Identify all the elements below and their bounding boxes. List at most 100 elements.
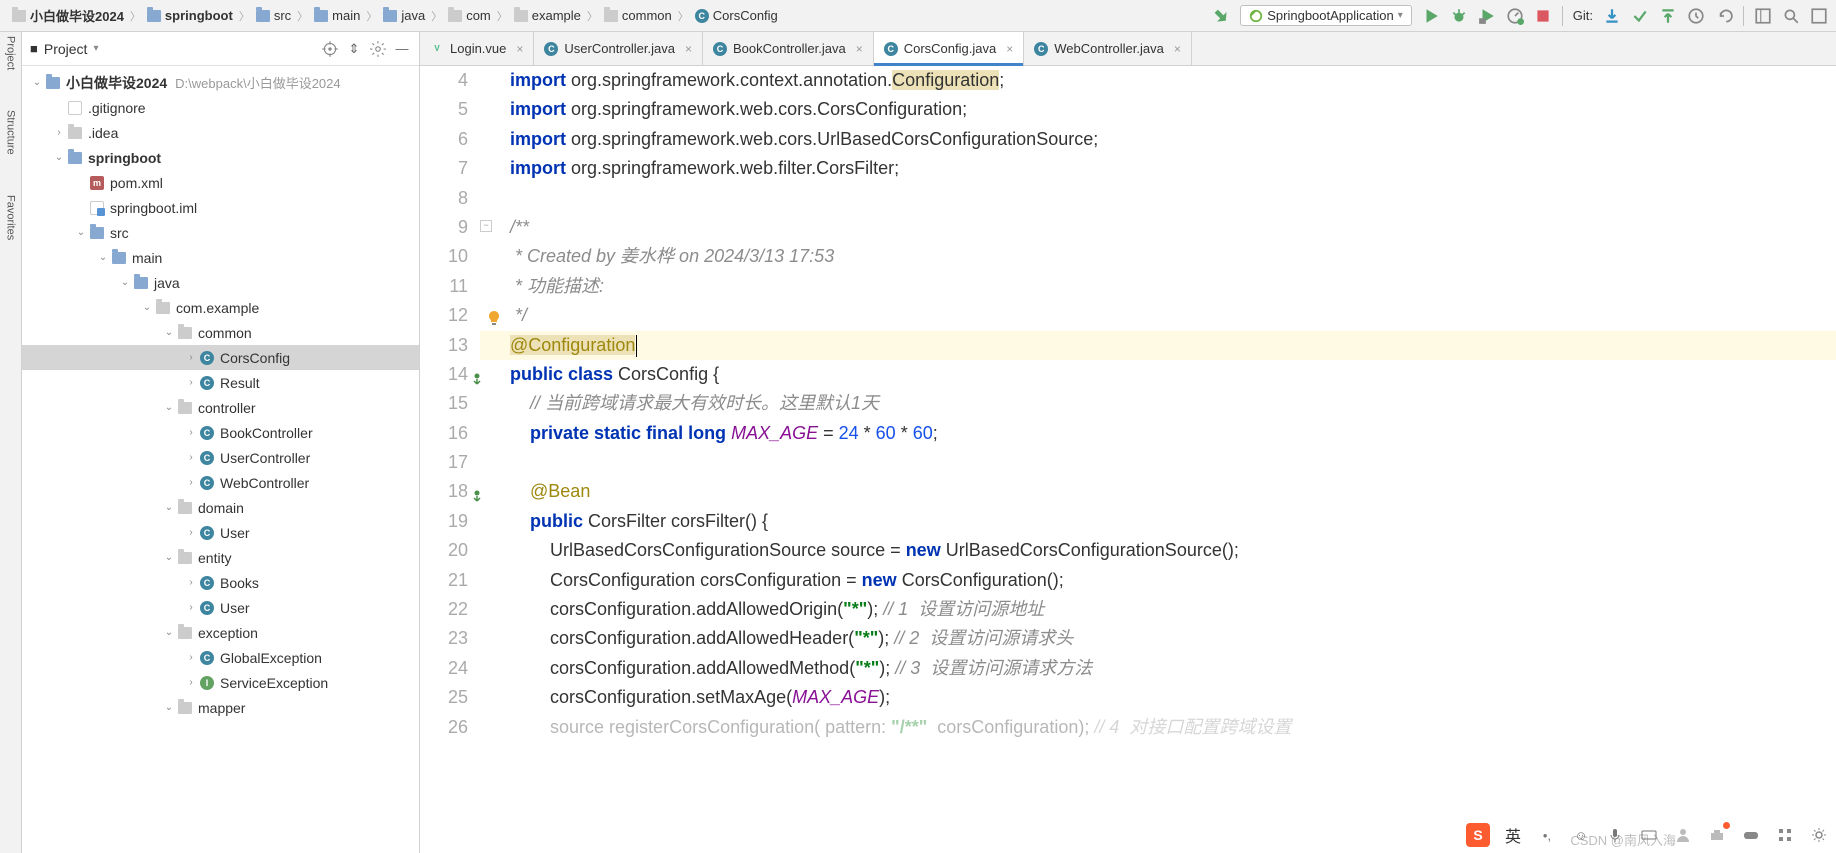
gutter-line[interactable]: 5 — [420, 95, 468, 124]
tree-arrow[interactable]: ⌄ — [162, 327, 176, 338]
emoji-icon[interactable]: ☺ — [1570, 824, 1592, 846]
code-line[interactable]: import org.springframework.web.cors.Cors… — [480, 95, 1836, 124]
gutter-line[interactable]: 11 — [420, 272, 468, 301]
editor-tab[interactable]: CBookController.java× — [703, 32, 874, 65]
tree-item[interactable]: ⌄main — [22, 245, 419, 270]
sogou-icon[interactable]: S — [1466, 823, 1490, 847]
search-icon[interactable] — [1782, 7, 1800, 25]
tree-arrow[interactable]: ⌄ — [74, 227, 88, 238]
gutter-line[interactable]: 25 — [420, 683, 468, 712]
code-line[interactable]: CorsConfiguration corsConfiguration = ne… — [480, 566, 1836, 595]
gutter-line[interactable]: 15 — [420, 389, 468, 418]
gutter[interactable]: 4567891011121314151617181920212223242526 — [420, 66, 480, 853]
code-line[interactable]: private static final long MAX_AGE = 24 *… — [480, 419, 1836, 448]
tree-item[interactable]: .gitignore — [22, 95, 419, 120]
breadcrumb-folder[interactable]: java — [379, 8, 429, 23]
tree-item[interactable]: mpom.xml — [22, 170, 419, 195]
gutter-line[interactable]: 23 — [420, 624, 468, 653]
tree-arrow[interactable]: › — [184, 427, 198, 438]
code-line[interactable]: */ — [480, 301, 1836, 330]
tree-item[interactable]: ⌄小白做毕设2024D:\webpack\小白做毕设2024 — [22, 70, 419, 95]
code-line[interactable]: * 功能描述: — [480, 272, 1836, 301]
tree-item[interactable]: ⌄com.example — [22, 295, 419, 320]
git-commit-icon[interactable] — [1631, 7, 1649, 25]
tree-arrow[interactable]: › — [184, 677, 198, 688]
gutter-line[interactable]: 19 — [420, 507, 468, 536]
target-icon[interactable] — [321, 40, 339, 58]
keyboard-icon[interactable] — [1638, 824, 1660, 846]
tree-item[interactable]: ⌄springboot — [22, 145, 419, 170]
tree-arrow[interactable]: ⌄ — [162, 502, 176, 513]
tree-item[interactable]: ›CBooks — [22, 570, 419, 595]
gutter-line[interactable]: 14 — [420, 360, 468, 389]
code-line[interactable]: corsConfiguration.addAllowedMethod("*");… — [480, 654, 1836, 683]
stop-icon[interactable] — [1534, 7, 1552, 25]
intention-bulb-icon[interactable] — [486, 306, 504, 324]
tree-arrow[interactable]: › — [184, 377, 198, 388]
tree-arrow[interactable]: ⌄ — [162, 627, 176, 638]
git-push-icon[interactable] — [1659, 7, 1677, 25]
tree-item[interactable]: ›CUserController — [22, 445, 419, 470]
code-line[interactable]: public CorsFilter corsFilter() { — [480, 507, 1836, 536]
tree-arrow[interactable]: › — [184, 477, 198, 488]
gutter-line[interactable]: 20 — [420, 536, 468, 565]
tree-item[interactable]: ›CGlobalException — [22, 645, 419, 670]
code-line[interactable]: public class CorsConfig { — [480, 360, 1836, 389]
close-icon[interactable]: × — [1006, 42, 1013, 56]
gutter-line[interactable]: 18 — [420, 477, 468, 506]
run-icon[interactable] — [1422, 7, 1440, 25]
code-line[interactable] — [480, 184, 1836, 213]
profile-icon[interactable] — [1506, 7, 1524, 25]
gutter-line[interactable]: 7 — [420, 154, 468, 183]
gutter-line[interactable]: 4 — [420, 66, 468, 95]
gutter-line[interactable]: 17 — [420, 448, 468, 477]
code-line[interactable]: import org.springframework.web.cors.UrlB… — [480, 125, 1836, 154]
tree-item[interactable]: ⌄src — [22, 220, 419, 245]
tree-item[interactable]: ›CWebController — [22, 470, 419, 495]
tree-arrow[interactable]: ⌄ — [118, 277, 132, 288]
gutter-line[interactable]: 22 — [420, 595, 468, 624]
code-line[interactable]: import org.springframework.context.annot… — [480, 66, 1836, 95]
expand-icon[interactable] — [1810, 7, 1828, 25]
tree-item[interactable]: springboot.iml — [22, 195, 419, 220]
gutter-line[interactable]: 21 — [420, 566, 468, 595]
close-icon[interactable]: × — [1174, 42, 1181, 56]
tree-item[interactable]: ⌄common — [22, 320, 419, 345]
gutter-line[interactable]: 10 — [420, 242, 468, 271]
code-line[interactable]: UrlBasedCorsConfigurationSource source =… — [480, 536, 1836, 565]
tree-arrow[interactable]: › — [184, 577, 198, 588]
tree-item[interactable]: ⌄domain — [22, 495, 419, 520]
tree-item[interactable]: ›CUser — [22, 520, 419, 545]
breadcrumb-class[interactable]: CCorsConfig — [691, 8, 782, 23]
editor-body[interactable]: 4567891011121314151617181920212223242526… — [420, 66, 1836, 853]
tree-arrow[interactable]: ⌄ — [162, 402, 176, 413]
breadcrumb-folder[interactable]: main — [310, 8, 364, 23]
run-configuration-select[interactable]: SpringbootApplication ▾ — [1240, 5, 1412, 26]
tree-item[interactable]: ⌄entity — [22, 545, 419, 570]
code-line[interactable]: import org.springframework.web.filter.Co… — [480, 154, 1836, 183]
fold-icon[interactable]: − — [480, 220, 492, 232]
tree-item[interactable]: ›IServiceException — [22, 670, 419, 695]
coverage-icon[interactable] — [1478, 7, 1496, 25]
gutter-line[interactable]: 6 — [420, 125, 468, 154]
tree-item[interactable]: ⌄mapper — [22, 695, 419, 720]
ime-lang[interactable]: 英 — [1502, 824, 1524, 846]
ime-punct-icon[interactable]: •, — [1536, 824, 1558, 846]
tree-item[interactable]: ›CResult — [22, 370, 419, 395]
tree-arrow[interactable]: › — [184, 352, 198, 363]
breadcrumb-folder[interactable]: src — [252, 8, 295, 23]
tree-arrow[interactable]: › — [184, 527, 198, 538]
git-history-icon[interactable] — [1687, 7, 1705, 25]
gutter-line[interactable]: 24 — [420, 654, 468, 683]
gear-icon[interactable] — [369, 40, 387, 58]
breadcrumb-folder[interactable]: com — [444, 8, 495, 23]
mic-icon[interactable] — [1604, 824, 1626, 846]
project-tree[interactable]: ⌄小白做毕设2024D:\webpack\小白做毕设2024.gitignore… — [22, 66, 419, 853]
code-line[interactable]: corsConfiguration.setMaxAge(MAX_AGE); — [480, 683, 1836, 712]
tree-item[interactable]: ›CCorsConfig — [22, 345, 419, 370]
chevron-down-icon[interactable]: ▾ — [93, 43, 98, 54]
tree-arrow[interactable]: ⌄ — [30, 77, 44, 88]
side-tab-favorites[interactable]: Favorites — [5, 195, 17, 240]
tree-arrow[interactable]: › — [184, 452, 198, 463]
git-pull-icon[interactable] — [1603, 7, 1621, 25]
